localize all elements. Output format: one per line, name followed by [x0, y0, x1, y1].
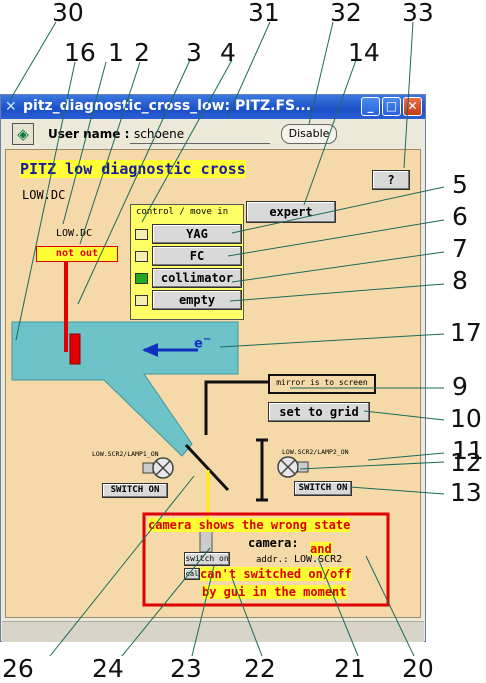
callout-6: 6 [452, 202, 468, 231]
app-window: ✕ pitz_diagnostic_cross_low: PITZ.FS... … [0, 94, 426, 642]
callout-21: 21 [334, 654, 366, 683]
toolbar: ◈ User name : schoene Disable [2, 120, 424, 148]
set-to-grid-button[interactable]: set to grid [268, 402, 370, 422]
status-bar [2, 621, 424, 642]
maximize-button[interactable]: □ [382, 97, 401, 116]
close-button[interactable]: ✕ [403, 97, 422, 116]
location-label: LOW.DC [22, 188, 66, 202]
callout-32: 32 [330, 0, 362, 27]
lamp2-icon [277, 456, 309, 478]
callout-4: 4 [220, 38, 236, 67]
lamp2-label: LOW.SCR2/LAMP2_ON [282, 448, 349, 456]
callout-20: 20 [402, 654, 434, 683]
callout-13: 13 [450, 478, 482, 507]
callout-16: 16 [64, 38, 96, 67]
callout-12: 12 [450, 448, 482, 477]
callout-33: 33 [402, 0, 434, 27]
empty-led [135, 295, 148, 306]
collimator-led [135, 273, 148, 284]
callout-24: 24 [92, 654, 124, 683]
mirror-path-line [204, 380, 268, 435]
camera-addr-value: LOW.SCR2 [294, 554, 343, 565]
callout-9: 9 [452, 372, 468, 401]
logo-icon[interactable]: ◈ [12, 123, 34, 145]
lamp1-label: LOW.SCR2/LAMP1_ON [92, 450, 159, 458]
camera-switch-button[interactable]: switch on [184, 552, 230, 566]
title-bar[interactable]: ✕ pitz_diagnostic_cross_low: PITZ.FS... … [1, 95, 425, 119]
callout-31: 31 [248, 0, 280, 27]
callout-30: 30 [52, 0, 84, 27]
control-header: control / move in [136, 207, 229, 217]
disable-button[interactable]: Disable [281, 124, 337, 144]
camera-warning-text: camera shows the wrong state [148, 518, 351, 532]
user-name-value: schoene [134, 127, 185, 141]
actuator-head [69, 333, 81, 365]
callout-8: 8 [452, 266, 468, 295]
callout-5: 5 [452, 170, 468, 199]
lamp2-switch-button[interactable]: SWITCH ON [294, 481, 352, 496]
mirror-status: mirror is to screen [268, 374, 376, 394]
camera-note-line2: by gui in the moment [202, 585, 347, 599]
user-name-underline [130, 143, 270, 144]
panel-heading: PITZ low diagnostic cross [20, 160, 246, 178]
lamp1-switch-button[interactable]: SWITCH ON [102, 483, 168, 498]
callout-17: 17 [450, 318, 482, 347]
collimator-button[interactable]: collimator [152, 268, 242, 288]
window-title: pitz_diagnostic_cross_low: PITZ.FS... [23, 98, 312, 114]
camera-cal-button[interactable]: cal [184, 568, 200, 580]
yag-led [135, 229, 148, 240]
yag-button[interactable]: YAG [152, 224, 242, 244]
app-icon: ✕ [5, 99, 17, 115]
fc-led [135, 251, 148, 262]
callout-1: 1 [108, 38, 124, 67]
device-label: LOW.DC [56, 228, 93, 239]
minimize-button[interactable]: _ [361, 97, 380, 116]
callout-14: 14 [348, 38, 380, 67]
callout-10: 10 [450, 404, 482, 433]
callout-3: 3 [186, 38, 202, 67]
callout-2: 2 [134, 38, 150, 67]
device-state: not out [36, 246, 118, 262]
actuator-rod [64, 262, 68, 352]
callout-23: 23 [170, 654, 202, 683]
synoptic-panel: PITZ low diagnostic cross LOW.DC ? LOW.D… [5, 149, 421, 618]
camera-addr-label: addr.: [256, 555, 289, 565]
callout-22: 22 [244, 654, 276, 683]
fc-button[interactable]: FC [152, 246, 242, 266]
camera-label: camera: [248, 536, 299, 550]
callout-7: 7 [452, 234, 468, 263]
expert-button[interactable]: expert [246, 201, 336, 223]
empty-button[interactable]: empty [152, 290, 242, 310]
help-button[interactable]: ? [372, 170, 410, 190]
camera-note-line1: can't switched on/off [200, 567, 352, 581]
user-name-label: User name : [48, 127, 130, 141]
lamp1-icon [142, 457, 174, 479]
callout-26: 26 [2, 654, 34, 683]
beam-label: e− [194, 334, 212, 352]
